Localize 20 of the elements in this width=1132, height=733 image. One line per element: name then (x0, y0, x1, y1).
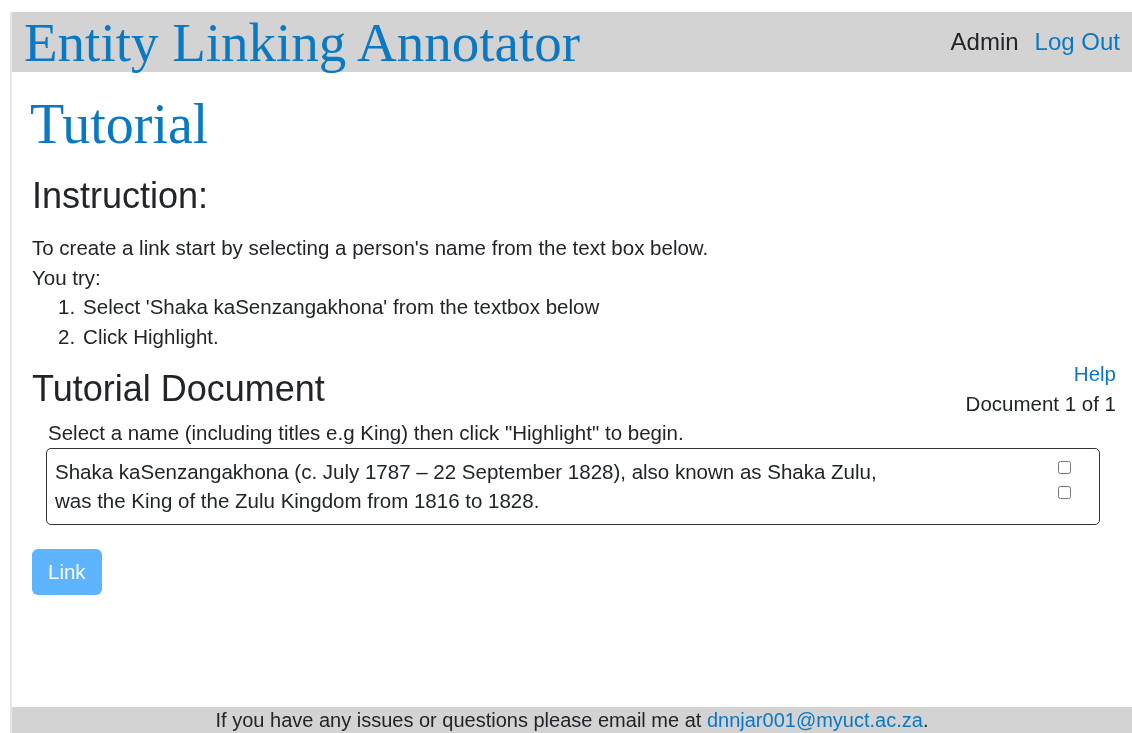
document-text: Shaka kaSenzangakhona (c. July 1787 – 22 September 1828), also known as Shaka Zulu, (55, 458, 877, 485)
instruction-step: Select 'Shaka kaSenzangakhona' from the textbox below (83, 292, 600, 322)
instruction-step: Click Highlight. (83, 321, 219, 352)
list-marker: 1. (58, 294, 76, 321)
page-title: Tutorial (30, 96, 210, 152)
instruction-text: You try: (32, 264, 102, 291)
footer-text: If you have any issues or questions please email me at dnnjar001@myuct.ac.za. (215, 709, 929, 731)
checkbox[interactable] (1058, 460, 1071, 474)
section-heading: Tutorial Document (32, 367, 325, 411)
logout-link[interactable]: Log Out (1034, 24, 1120, 60)
document-text: was the King of the Zulu Kingdom from 1816 to 1828. (55, 488, 541, 515)
instruction-text: To create a link start by selecting a person's name from the text box below. (32, 235, 710, 262)
help-link[interactable]: Help (965, 359, 1116, 389)
email-link[interactable]: dnnjar001@myuct.ac.za (706, 709, 923, 731)
user-name: Admin (950, 27, 1019, 57)
section-heading: Instruction: (32, 174, 210, 218)
list-marker: 2. (58, 323, 76, 350)
checkbox[interactable] (1058, 485, 1071, 499)
prompt-text: Select a name (including titles e.g King) then click "Highlight" to begin. (48, 420, 685, 447)
document-counter: Document 1 of 1 (965, 390, 1116, 417)
